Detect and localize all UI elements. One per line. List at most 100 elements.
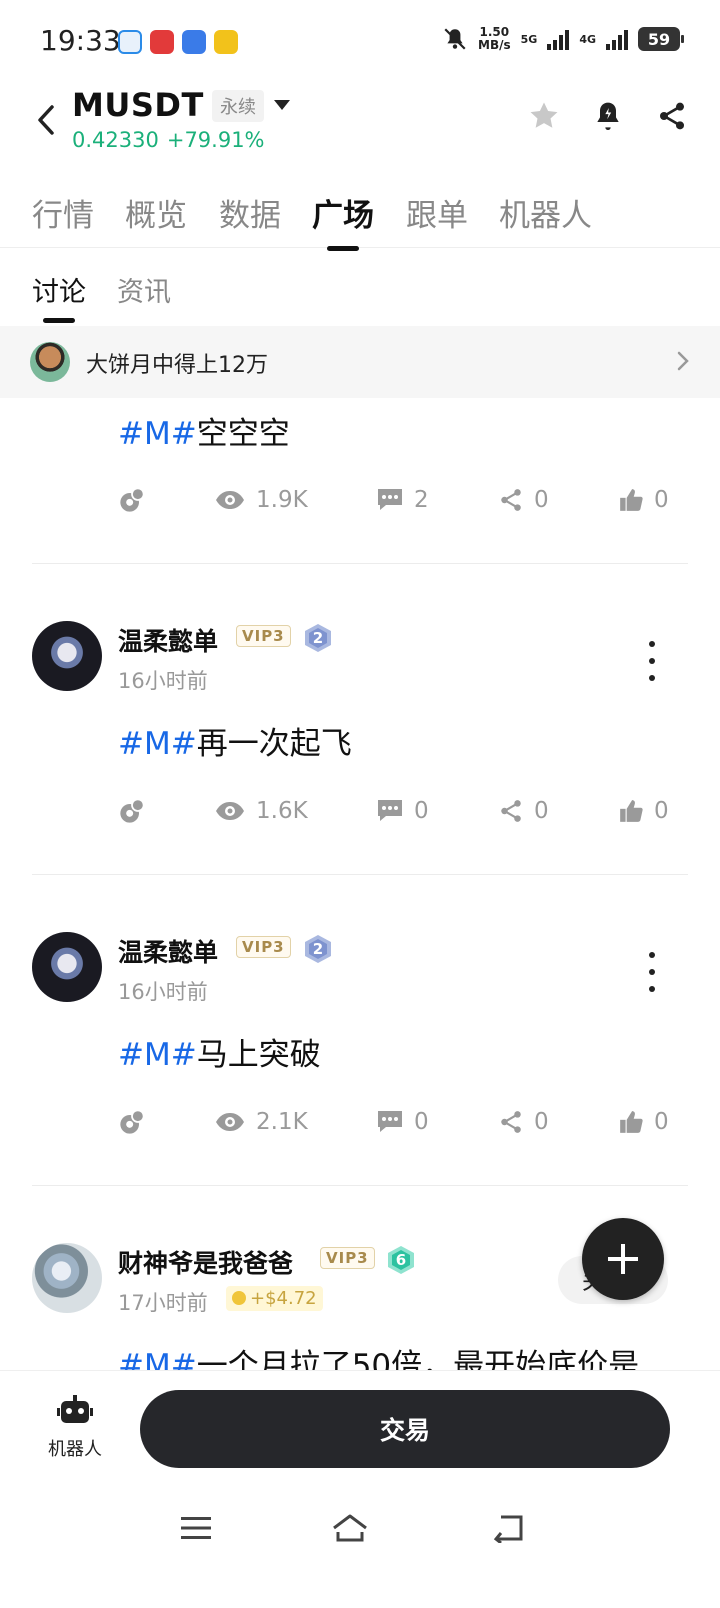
app-notification-icon bbox=[118, 30, 142, 54]
more-options-button[interactable] bbox=[644, 952, 660, 992]
vip-badge: VIP3 bbox=[320, 1247, 375, 1269]
status-bar: 19:33 1.50 MB/s 5G 4G 59 bbox=[0, 0, 720, 84]
signal-4g-icon bbox=[606, 28, 628, 50]
username[interactable]: 温柔懿单 bbox=[118, 933, 218, 969]
mute-bell-icon bbox=[444, 28, 466, 50]
back-nav-button[interactable] bbox=[488, 1508, 528, 1548]
comment-icon bbox=[378, 1111, 402, 1132]
chevron-right-icon bbox=[677, 351, 689, 371]
hashtag-link[interactable]: #M# bbox=[118, 416, 197, 452]
home-nav-button[interactable] bbox=[330, 1508, 370, 1548]
plus-icon bbox=[608, 1244, 638, 1274]
net-speed: 1.50 MB/s bbox=[478, 25, 511, 52]
level-badge: 2 bbox=[304, 934, 332, 964]
tab-bots[interactable]: 机器人 bbox=[499, 190, 592, 235]
app-notification-icon bbox=[150, 30, 174, 54]
post-content[interactable]: #M#再一次起飞 bbox=[118, 718, 352, 763]
share-post-button[interactable]: 0 bbox=[498, 791, 549, 831]
pinned-post-text: 大饼月中得上12万 bbox=[86, 353, 268, 378]
status-time: 19:33 bbox=[40, 24, 121, 57]
back-button[interactable] bbox=[30, 100, 62, 140]
pair-dropdown-caret-icon[interactable] bbox=[274, 100, 290, 110]
share-button[interactable] bbox=[654, 98, 690, 134]
tab-square[interactable]: 广场 bbox=[312, 190, 374, 251]
comment-icon bbox=[378, 489, 402, 510]
price-line: 0.42330 +79.91% bbox=[72, 128, 265, 152]
tab-copy-trading[interactable]: 跟单 bbox=[406, 190, 468, 235]
repost-icon bbox=[120, 487, 145, 512]
vip-badge: VIP3 bbox=[236, 625, 291, 647]
tab-market[interactable]: 行情 bbox=[32, 190, 94, 235]
username[interactable]: 温柔懿单 bbox=[118, 622, 218, 658]
share-icon bbox=[660, 102, 684, 130]
views-counter: 1.9K bbox=[214, 480, 308, 520]
pinned-post-banner[interactable]: 大饼月中得上12万 bbox=[0, 326, 720, 398]
views-counter: 2.1K bbox=[214, 1102, 308, 1142]
post-content[interactable]: #M#空空空 bbox=[118, 408, 290, 453]
repost-icon bbox=[120, 798, 145, 823]
subtab-discussion[interactable]: 讨论 bbox=[32, 270, 86, 323]
comment-button[interactable]: 0 bbox=[376, 791, 429, 831]
avatar[interactable] bbox=[32, 932, 102, 1002]
post-content[interactable]: #M#马上突破 bbox=[118, 1029, 321, 1074]
share-icon bbox=[501, 1111, 521, 1133]
create-post-button[interactable] bbox=[582, 1218, 664, 1300]
post-card: 温柔懿单 VIP3 2 16小时前 #M#再一次起飞 1.6K 0 0 0 bbox=[0, 564, 720, 875]
hashtag-link[interactable]: #M# bbox=[118, 1348, 197, 1370]
back-arrow-icon bbox=[493, 1515, 523, 1543]
menu-nav-button[interactable] bbox=[176, 1508, 216, 1548]
comment-button[interactable]: 2 bbox=[376, 480, 429, 520]
like-button[interactable]: 0 bbox=[618, 480, 669, 520]
favorite-button[interactable] bbox=[526, 98, 562, 134]
like-button[interactable]: 0 bbox=[618, 1102, 669, 1142]
avatar[interactable] bbox=[32, 1243, 102, 1313]
comment-icon bbox=[378, 800, 402, 821]
header-actions bbox=[526, 98, 690, 134]
more-options-button[interactable] bbox=[644, 641, 660, 681]
views-counter: 1.6K bbox=[214, 791, 308, 831]
net-5g-label: 5G bbox=[520, 32, 538, 46]
tip-reward-badge: +$4.72 bbox=[226, 1286, 323, 1311]
system-nav-bar bbox=[0, 1488, 720, 1608]
active-subtab-indicator bbox=[43, 318, 75, 323]
notification-icons bbox=[118, 30, 238, 54]
signal-5g-icon bbox=[547, 28, 570, 50]
pair-title[interactable]: MUSDT bbox=[72, 86, 204, 124]
active-tab-indicator bbox=[327, 246, 359, 251]
contract-type-badge: 永续 bbox=[212, 90, 264, 122]
repost-button[interactable] bbox=[118, 1102, 146, 1142]
status-indicators: 1.50 MB/s 5G 4G 59 bbox=[442, 25, 684, 52]
last-price: 0.42330 bbox=[72, 128, 159, 152]
thumbs-up-icon bbox=[620, 1111, 643, 1133]
eye-icon bbox=[216, 802, 244, 820]
bot-shortcut-label: 机器人 bbox=[48, 1439, 102, 1460]
username[interactable]: 财神爷是我爸爸 bbox=[118, 1244, 293, 1280]
post-time: 16小时前 bbox=[118, 669, 208, 693]
repost-button[interactable] bbox=[118, 791, 146, 831]
eye-icon bbox=[216, 1113, 244, 1131]
coin-icon bbox=[232, 1291, 246, 1305]
tab-data[interactable]: 数据 bbox=[219, 190, 281, 235]
like-button[interactable]: 0 bbox=[618, 791, 669, 831]
subtab-news[interactable]: 资讯 bbox=[117, 270, 171, 309]
level-badge: 2 bbox=[304, 623, 332, 653]
share-icon bbox=[501, 489, 521, 511]
bottom-action-bar: 机器人 交易 bbox=[0, 1370, 720, 1488]
alert-button[interactable] bbox=[590, 98, 626, 134]
battery-icon: 59 bbox=[638, 27, 684, 51]
share-post-button[interactable]: 0 bbox=[498, 480, 549, 520]
hashtag-link[interactable]: #M# bbox=[118, 726, 197, 762]
menu-icon bbox=[181, 1517, 211, 1539]
trade-button[interactable]: 交易 bbox=[140, 1390, 670, 1468]
avatar[interactable] bbox=[32, 621, 102, 691]
comment-button[interactable]: 0 bbox=[376, 1102, 429, 1142]
bell-alert-icon bbox=[597, 102, 619, 130]
tab-overview[interactable]: 概览 bbox=[125, 190, 187, 235]
post-content[interactable]: #M#一个月拉了50倍，最开始底价是 bbox=[118, 1340, 639, 1370]
repost-icon bbox=[120, 1109, 145, 1134]
star-icon bbox=[530, 102, 558, 128]
repost-button[interactable] bbox=[118, 480, 146, 520]
hashtag-link[interactable]: #M# bbox=[118, 1037, 197, 1073]
bot-shortcut-button[interactable]: 机器人 bbox=[38, 1395, 112, 1461]
share-post-button[interactable]: 0 bbox=[498, 1102, 549, 1142]
